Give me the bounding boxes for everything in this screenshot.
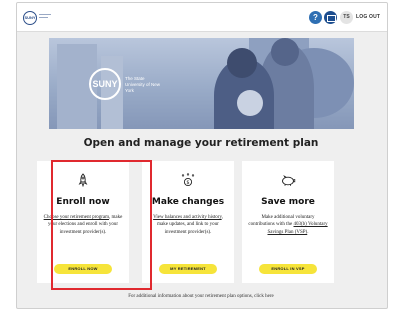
card-description: View balances and activity history, make… — [148, 214, 228, 236]
piggy-bank-icon — [242, 173, 334, 190]
enroll-in-vsp-button[interactable]: ENROLL IN VSP — [259, 264, 317, 274]
suny-caption: The State University of New York — [125, 76, 161, 93]
my-retirement-button[interactable]: MY RETIREMENT — [159, 264, 217, 274]
suny-logo-small[interactable]: SUNY — [23, 11, 37, 25]
svg-text:$: $ — [186, 180, 189, 186]
page-title: Open and manage your retirement plan — [83, 137, 319, 149]
suny-logo: SUNY — [89, 68, 121, 100]
help-icon[interactable] — [309, 11, 322, 24]
top-nav: SUNY TS LOG OUT — [17, 3, 387, 32]
hero-person-head — [271, 38, 299, 66]
card-description: Make additional voluntary contributions … — [248, 214, 328, 236]
logout-link[interactable]: LOG OUT — [356, 14, 380, 20]
make-changes-card: $ Make changes View balances and activit… — [142, 161, 234, 283]
footer-note[interactable]: For additional information about your re… — [0, 294, 402, 299]
user-initials-avatar[interactable]: TS — [340, 11, 353, 24]
hero-image: SUNY The State University of New York — [49, 38, 354, 129]
logo-wordmark — [39, 14, 51, 20]
highlight-box — [51, 160, 152, 290]
card-description-text: . — [307, 229, 309, 235]
card-title: Make changes — [151, 197, 225, 207]
card-title: Save more — [261, 197, 315, 207]
save-more-card: Save more Make additional voluntary cont… — [242, 161, 334, 283]
dollar-growth-icon: $ — [142, 173, 234, 190]
view-balances-link[interactable]: View balances and activity history — [153, 215, 222, 220]
hero-person-head — [227, 48, 257, 78]
mail-icon[interactable] — [324, 11, 337, 24]
hero-child — [237, 90, 263, 116]
